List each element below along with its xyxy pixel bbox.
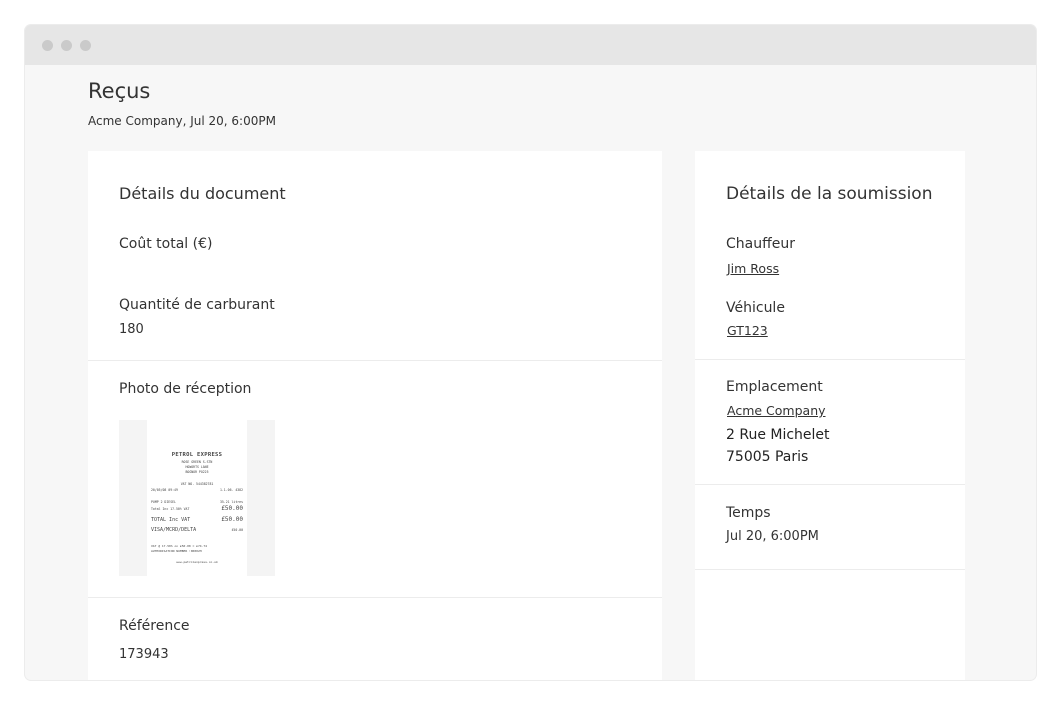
receipt-photo-label: Photo de réception bbox=[119, 381, 252, 397]
receipt-code: 1.1.06. 4382 bbox=[219, 488, 243, 492]
location-label: Emplacement bbox=[726, 379, 823, 395]
document-details-card: Détails du document Coût total (€) Quant… bbox=[88, 151, 662, 680]
receipt-address-3: BOGNOR PO225 bbox=[185, 470, 209, 474]
submission-details-heading: Détails de la soumission bbox=[726, 184, 933, 204]
receipt-date: 20/05/08 09:49 bbox=[151, 488, 178, 492]
driver-label: Chauffeur bbox=[726, 236, 795, 252]
document-fields-section: Détails du document Coût total (€) Quant… bbox=[88, 151, 662, 361]
reference-label: Référence bbox=[119, 618, 190, 634]
receipt-paper: PETROL EXPRESS ROSE GREEN S-STN HOWARTS … bbox=[147, 420, 247, 576]
receipt-station: PETROL EXPRESS bbox=[171, 452, 223, 458]
receipt-card-row: VISA/MCRD/DELTA £50.00 bbox=[151, 527, 243, 533]
receipt-date-row: 20/05/08 09:49 1.1.06. 4382 bbox=[151, 488, 243, 492]
fuel-quantity-value: 180 bbox=[119, 322, 144, 337]
vehicle-label: Véhicule bbox=[726, 300, 785, 316]
receipt-photo-section: Photo de réception PETROL EXPRESS ROSE G… bbox=[88, 361, 662, 598]
receipt-photo-thumbnail[interactable]: PETROL EXPRESS ROSE GREEN S-STN HOWARTS … bbox=[119, 420, 275, 576]
time-section: Temps Jul 20, 6:00PM bbox=[695, 485, 965, 570]
receipt-address-1: ROSE GREEN S-STN bbox=[181, 460, 213, 464]
location-link[interactable]: Acme Company bbox=[727, 403, 826, 418]
time-value: Jul 20, 6:00PM bbox=[726, 529, 819, 544]
receipt-amount-1: £50.00 bbox=[221, 505, 243, 512]
title-bar bbox=[25, 25, 1036, 65]
receipt-pump-row: PUMP 2 DIESEL 35.21 litres bbox=[151, 500, 243, 504]
receipt-total-label: TOTAL Inc VAT bbox=[151, 517, 191, 523]
receipt-address-2: HOWARTS LANE bbox=[185, 465, 209, 469]
vehicle-link[interactable]: GT123 bbox=[727, 323, 768, 338]
fuel-quantity-label: Quantité de carburant bbox=[119, 297, 275, 313]
app-window: Reçus Acme Company, Jul 20, 6:00PM Détai… bbox=[25, 25, 1036, 680]
total-cost-label: Coût total (€) bbox=[119, 236, 213, 252]
location-section: Emplacement Acme Company 2 Rue Michelet … bbox=[695, 360, 965, 485]
receipt-total-incl: Total Inc 17.50% VAT bbox=[151, 507, 190, 511]
window-maximize-button[interactable] bbox=[80, 39, 91, 51]
receipt-website: www.petrolexpress.co.uk bbox=[176, 560, 218, 564]
receipt-auth-line: AUTHORISATION NUMBER :00002H bbox=[151, 549, 202, 553]
receipt-vat-number: VAT NO. 544382781 bbox=[180, 482, 214, 486]
window-close-button[interactable] bbox=[42, 39, 53, 51]
window-minimize-button[interactable] bbox=[61, 39, 72, 51]
submission-details-card: Détails de la soumission Chauffeur Jim R… bbox=[695, 151, 965, 680]
receipt-litres: 35.21 litres bbox=[219, 500, 243, 504]
driver-link[interactable]: Jim Ross bbox=[727, 261, 779, 276]
receipt-pump: PUMP 2 DIESEL bbox=[151, 500, 176, 504]
page-subtitle: Acme Company, Jul 20, 6:00PM bbox=[88, 114, 276, 128]
time-label: Temps bbox=[726, 505, 771, 521]
reference-value: 173943 bbox=[119, 647, 169, 662]
receipt-vat-line: VAT @ 17.50% on £50.00 = £74.74 bbox=[151, 544, 207, 548]
page-title: Reçus bbox=[88, 79, 151, 103]
receipt-total-row: TOTAL Inc VAT £50.00 bbox=[151, 516, 243, 523]
receipt-card: VISA/MCRD/DELTA bbox=[151, 527, 197, 533]
driver-vehicle-section: Détails de la soumission Chauffeur Jim R… bbox=[695, 151, 965, 360]
reference-section: Référence 173943 bbox=[88, 598, 662, 680]
receipt-card-amount: £50.00 bbox=[231, 528, 243, 532]
receipt-total-incl-row: Total Inc 17.50% VAT £50.00 bbox=[151, 505, 243, 512]
address-line-2: 75005 Paris bbox=[726, 449, 809, 465]
address-line-1: 2 Rue Michelet bbox=[726, 427, 830, 443]
document-details-heading: Détails du document bbox=[119, 184, 286, 203]
receipt-amount-2: £50.00 bbox=[221, 516, 243, 523]
